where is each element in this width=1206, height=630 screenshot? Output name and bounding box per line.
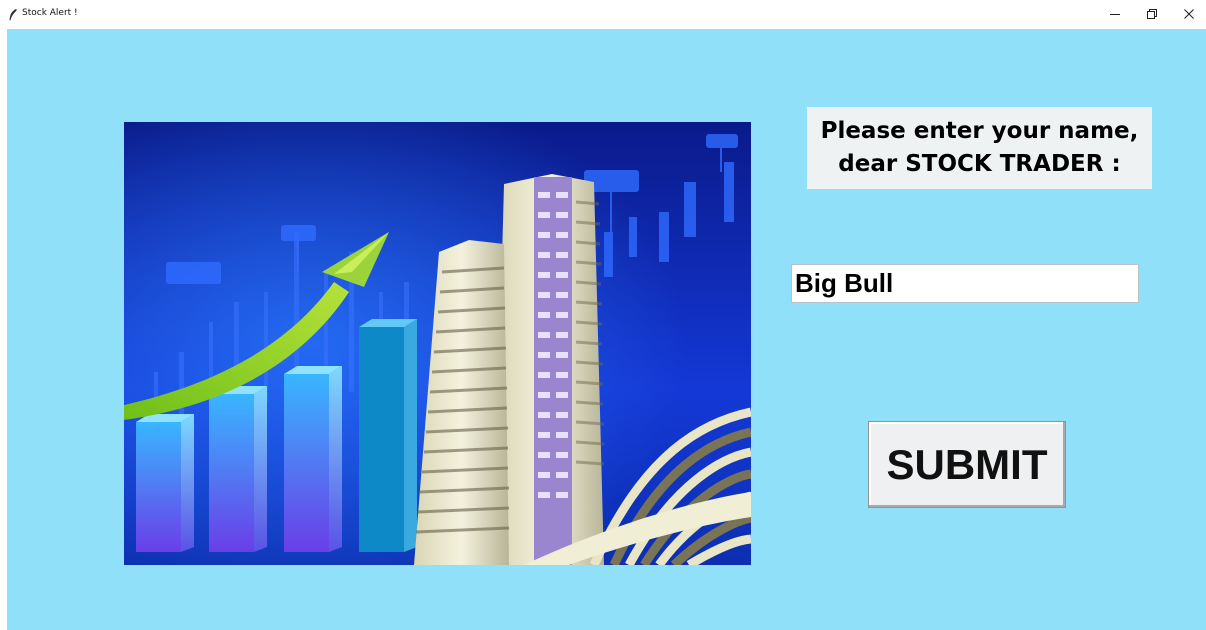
stock-market-image [124,122,751,565]
title-bar: Stock Alert ! [0,0,1206,29]
submit-button[interactable]: SUBMIT [868,421,1066,508]
minimize-button[interactable] [1096,0,1134,29]
minimize-icon [1110,6,1120,24]
feather-icon [8,8,18,26]
restore-button[interactable] [1133,0,1171,29]
restore-icon [1147,6,1157,24]
name-input[interactable] [791,264,1139,303]
name-prompt-label: Please enter your name, dear STOCK TRADE… [807,107,1152,189]
close-icon [1184,6,1194,24]
app-window-body: Please enter your name, dear STOCK TRADE… [7,29,1206,630]
close-button[interactable] [1170,0,1206,29]
name-prompt-text: Please enter your name, dear STOCK TRADE… [820,118,1139,177]
window-title: Stock Alert ! [22,8,78,18]
